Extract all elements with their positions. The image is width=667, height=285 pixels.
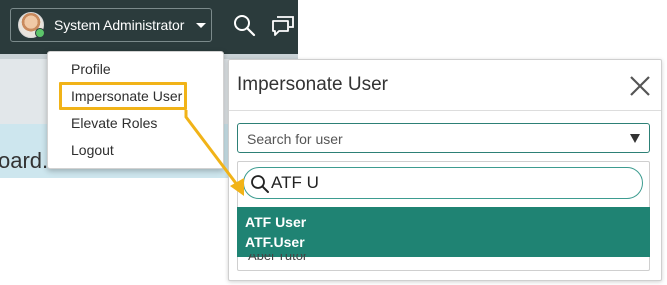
background-text: oard. [0,148,49,173]
user-dropdown-menu: Profile Impersonate User Elevate Roles L… [47,51,224,169]
list-item[interactable]: Abel Tutor [248,254,307,263]
user-select[interactable]: Search for user [237,123,650,153]
impersonate-user-modal: Impersonate User Search for user ATF U A… [228,59,662,281]
list-item-label: Abel Tutor [248,254,308,263]
search-icon [251,175,269,193]
chevron-down-icon [196,22,207,28]
presence-indicator [35,28,45,38]
menu-item-logout[interactable]: Logout [71,142,114,158]
top-header: System Administrator [0,0,298,54]
search-result-option[interactable]: ATF User ATF.User [237,207,650,257]
user-search-input[interactable]: ATF U [243,167,643,199]
user-menu-button[interactable]: System Administrator [10,8,212,42]
caret-down-icon [630,134,640,143]
avatar [18,12,45,38]
menu-item-elevate-roles[interactable]: Elevate Roles [71,115,157,131]
modal-title: Impersonate User [237,74,389,95]
result-user-id: ATF.User [245,234,305,250]
result-name: ATF User [245,214,307,230]
annotation-highlight-box [59,82,187,110]
search-value: ATF U [271,173,319,192]
select-placeholder: Search for user [247,131,343,147]
user-name: System Administrator [54,17,185,33]
close-icon[interactable] [629,75,651,97]
chat-icon[interactable] [270,13,296,39]
menu-item-profile[interactable]: Profile [71,61,111,77]
modal-divider [229,110,661,111]
search-icon[interactable] [232,13,258,39]
